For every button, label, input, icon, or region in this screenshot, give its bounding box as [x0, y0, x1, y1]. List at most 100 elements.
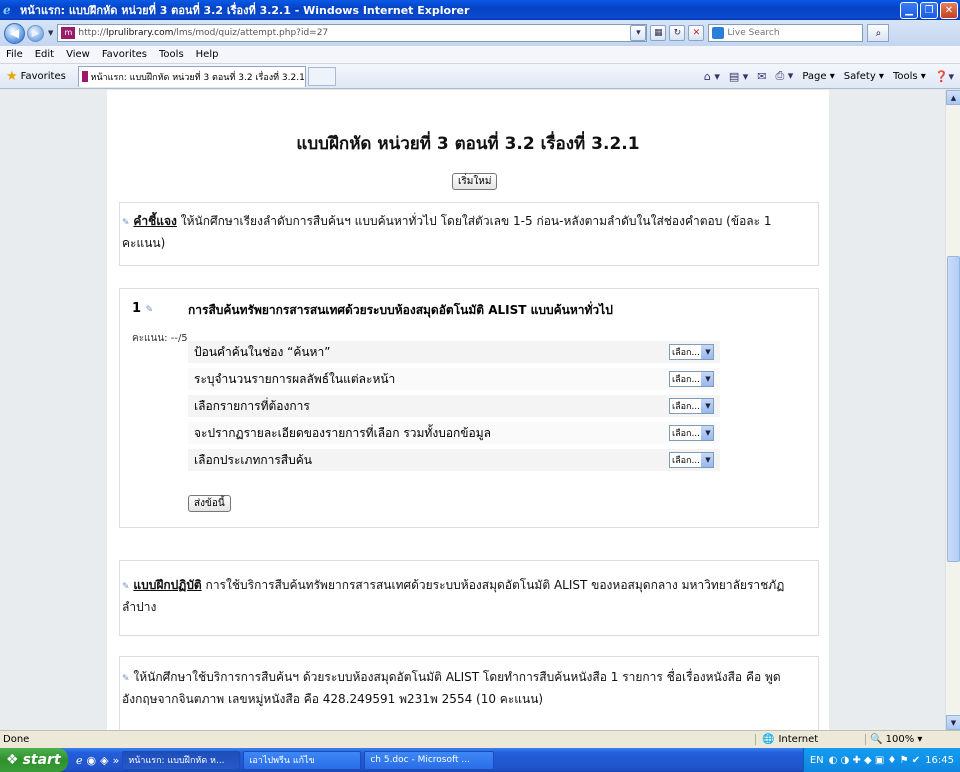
instruction-box: ✎ คำชี้แจง ให้นักศึกษาเรียงลำดับการสืบค้…	[119, 202, 819, 266]
url-text[interactable]: http://lprulibrary.com/lms/mod/quiz/atte…	[78, 28, 627, 38]
live-search-icon	[712, 27, 725, 39]
match-row: จะปรากฏรายละเอียดของรายการที่เลือก รวมทั…	[188, 422, 720, 444]
ie-quicklaunch-icon[interactable]: ℯ	[76, 754, 83, 767]
practice-edit-icon: ✎	[122, 582, 130, 592]
select-arrow-icon: ▼	[701, 372, 713, 386]
question-text: การสืบค้นทรัพยากรสารสนเทศด้วยระบบห้องสมุ…	[188, 303, 613, 317]
search-input[interactable]	[727, 28, 858, 38]
practice-text: ✎ แบบฝึกปฏิบัติ การใช้บริการสืบค้นทรัพยา…	[122, 578, 785, 614]
stop-button[interactable]: ✕	[688, 25, 705, 41]
question-box: 1 ✎ การสืบค้นทรัพยากรสารสนเทศด้วยระบบห้อ…	[119, 288, 819, 528]
menu-help[interactable]: Help	[190, 49, 225, 60]
menu-favorites[interactable]: Favorites	[96, 49, 153, 60]
edit-icon: ✎	[122, 218, 130, 228]
new-tab-button[interactable]	[307, 66, 336, 86]
minimize-button[interactable]: ▁	[900, 1, 918, 19]
maximize-button[interactable]: ❐	[920, 1, 938, 19]
mail-icon[interactable]: ✉	[757, 70, 766, 83]
print-icon[interactable]: ⎙ ▾	[776, 69, 794, 83]
tab-favicon-icon	[81, 71, 88, 82]
language-indicator[interactable]: EN	[810, 755, 824, 766]
menu-view[interactable]: View	[60, 49, 96, 60]
match-item-label: เลือกประเภทการสืบค้น	[194, 452, 312, 467]
status-text: Done	[3, 734, 30, 745]
tab-current[interactable]: หน้าแรก: แบบฝึกหัด หน่วยที่ 3 ตอนที่ 3.2…	[77, 65, 306, 87]
task-ie[interactable]: หน้าแรก: แบบฝึกหัด ห...	[122, 750, 241, 770]
compat-view-button[interactable]: ▦	[650, 25, 667, 41]
match-row: ระบุจำนวนรายการผลลัพธ์ในแต่ละหน้า เลือก.…	[188, 368, 720, 390]
select-arrow-icon: ▼	[701, 426, 713, 440]
answer-select[interactable]: เลือก... ▼	[669, 425, 714, 441]
forward-button[interactable]: ▶	[27, 24, 44, 42]
home-icon[interactable]: ⌂ ▾	[704, 70, 720, 83]
zoom-level[interactable]: 🔍 100% ▾	[865, 734, 960, 745]
help-icon[interactable]: ❓▾	[935, 70, 954, 83]
security-zone[interactable]: 🌐 Internet	[755, 734, 865, 745]
tray-icons[interactable]: ◐ ◑ ✚ ◆ ▣ ♦ ⚑ ✔	[829, 755, 921, 766]
select-arrow-icon: ▼	[701, 399, 713, 413]
quick-launch: ℯ ◉ ◈ »	[76, 754, 119, 767]
answer-select[interactable]: เลือก... ▼	[669, 398, 714, 414]
window-title: หน้าแรก: แบบฝึกหัด หน่วยที่ 3 ตอนที่ 3.2…	[20, 4, 470, 17]
match-row: เลือกรายการที่ต้องการ เลือก... ▼	[188, 395, 720, 417]
url-dropdown-button[interactable]: ▾	[630, 25, 647, 41]
match-row: ป้อนคำค้นในช่อง “ค้นหา” เลือก... ▼	[188, 341, 720, 363]
search-go-button[interactable]: ⌕	[867, 24, 890, 42]
back-button[interactable]: ◀	[4, 22, 25, 44]
match-item-label: ระบุจำนวนรายการผลลัพธ์ในแต่ละหน้า	[194, 371, 396, 386]
site-favicon-icon: m	[61, 27, 76, 39]
scroll-up-button[interactable]: ▲	[946, 90, 960, 105]
instruction-text: ✎ คำชี้แจง ให้นักศึกษาเรียงลำดับการสืบค้…	[122, 214, 772, 250]
task-word[interactable]: ch 5.doc - Microsoft ...	[364, 750, 495, 770]
match-item-label: จะปรากฏรายละเอียดของรายการที่เลือก รวมทั…	[194, 425, 491, 440]
media-quicklaunch-icon[interactable]: ◈	[100, 754, 108, 767]
vertical-scrollbar[interactable]: ▲ ▼	[945, 90, 960, 730]
scroll-thumb[interactable]	[947, 256, 960, 562]
safety-menu[interactable]: Safety ▾	[844, 71, 884, 82]
close-button[interactable]: ✕	[940, 1, 958, 19]
submit-question-button[interactable]: ส่งข้อนี้	[188, 495, 231, 512]
page-menu[interactable]: Page ▾	[802, 71, 834, 82]
start-button[interactable]: ❖ start	[0, 748, 68, 772]
menu-tools[interactable]: Tools	[153, 49, 190, 60]
task-folder[interactable]: เอาไปพรีน แก้ไข	[243, 750, 362, 770]
page-viewport: แบบฝึกหัด หน่วยที่ 3 ตอนที่ 3.2 เรื่องที…	[0, 90, 945, 730]
select-arrow-icon: ▼	[701, 453, 713, 467]
task-edit-icon: ✎	[122, 674, 130, 684]
scroll-down-button[interactable]: ▼	[946, 715, 960, 730]
restart-button[interactable]: เริ่มใหม่	[452, 173, 498, 190]
menu-edit[interactable]: Edit	[29, 49, 60, 60]
question-number: 1 ✎	[132, 301, 154, 316]
history-dropdown-icon[interactable]: ▼	[48, 29, 53, 37]
favorites-label: Favorites	[20, 70, 66, 82]
clock[interactable]: 16:45	[925, 755, 954, 766]
answer-select[interactable]: เลือก... ▼	[669, 371, 714, 387]
menu-bar: File Edit View Favorites Tools Help	[0, 46, 960, 64]
feeds-icon[interactable]: ▤ ▾	[729, 70, 748, 83]
page-column: แบบฝึกหัด หน่วยที่ 3 ตอนที่ 3.2 เรื่องที…	[107, 90, 829, 730]
menu-file[interactable]: File	[0, 49, 29, 60]
answer-select[interactable]: เลือก... ▼	[669, 452, 714, 468]
ie-logo-icon: ℯ	[3, 2, 11, 17]
globe-icon: 🌐	[762, 734, 775, 745]
task-text: ✎ ให้นักศึกษาใช้บริการการสืบค้นฯ ด้วยระบ…	[122, 670, 781, 706]
url-field[interactable]: m http://lprulibrary.com/lms/mod/quiz/at…	[57, 24, 648, 42]
browser-quicklaunch-icon[interactable]: ◉	[87, 754, 97, 767]
refresh-button[interactable]: ↻	[669, 25, 686, 41]
search-box[interactable]	[708, 24, 864, 42]
match-item-label: ป้อนคำค้นในช่อง “ค้นหา”	[194, 344, 331, 359]
answer-select[interactable]: เลือก... ▼	[669, 344, 714, 360]
practice-box: ✎ แบบฝึกปฏิบัติ การใช้บริการสืบค้นทรัพยา…	[119, 560, 819, 636]
chevron-icon[interactable]: »	[113, 754, 120, 767]
status-bar: Done 🌐 Internet 🔍 100% ▾	[0, 730, 960, 748]
tools-menu[interactable]: Tools ▾	[893, 71, 926, 82]
taskbar: ❖ start ℯ ◉ ◈ » หน้าแรก: แบบฝึกหัด ห... เ…	[0, 748, 960, 772]
match-item-label: เลือกรายการที่ต้องการ	[194, 398, 310, 413]
favorites-bar: ★ Favorites หน้าแรก: แบบฝึกหัด หน่วยที่ …	[0, 64, 960, 89]
task-box: ✎ ให้นักศึกษาใช้บริการการสืบค้นฯ ด้วยระบ…	[119, 656, 819, 730]
system-tray: EN ◐ ◑ ✚ ◆ ▣ ♦ ⚑ ✔ 16:45	[802, 748, 960, 772]
favorites-button[interactable]: ★ Favorites	[0, 69, 76, 84]
window-title-bar[interactable]: ℯ หน้าแรก: แบบฝึกหัด หน่วยที่ 3 ตอนที่ 3…	[0, 0, 960, 20]
address-bar: ◀ ▶ ▼ m http://lprulibrary.com/lms/mod/q…	[0, 20, 960, 46]
windows-logo-icon: ❖	[6, 752, 19, 768]
